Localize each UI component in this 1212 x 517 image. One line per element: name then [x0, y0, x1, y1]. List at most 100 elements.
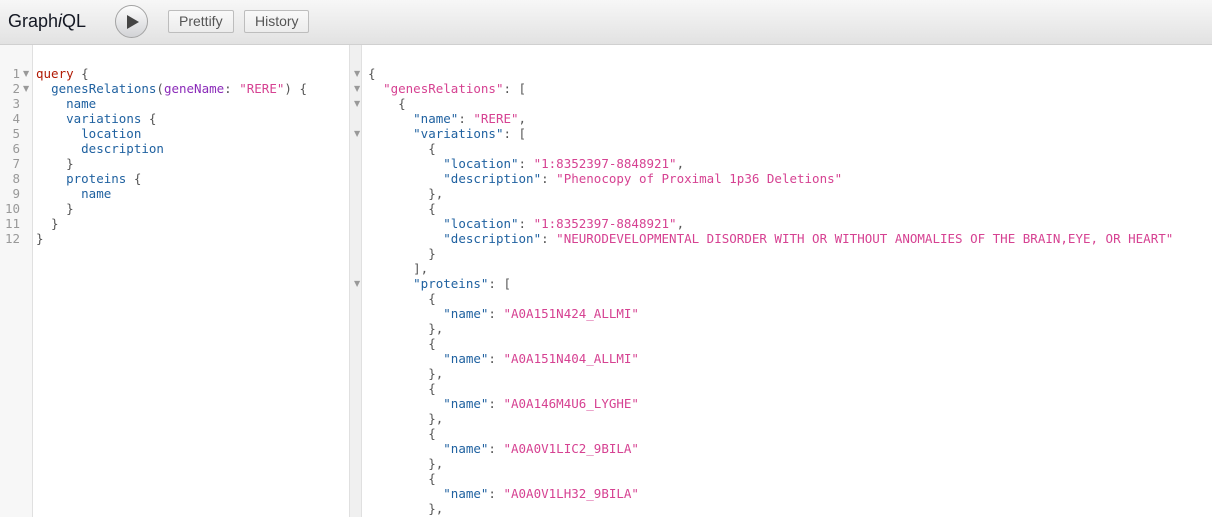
- code-token: : [: [503, 126, 527, 141]
- code-token: "1:8352397-8848921": [533, 216, 677, 231]
- code-token: :: [518, 216, 534, 231]
- code-line: variations {: [36, 111, 156, 126]
- code-line: genesRelations(geneName: "RERE") {: [36, 81, 307, 96]
- play-icon: [127, 15, 139, 29]
- code-token: :: [518, 156, 534, 171]
- code-token: "name": [443, 441, 489, 456]
- code-token: {: [368, 201, 436, 216]
- history-button[interactable]: History: [244, 10, 309, 33]
- code-token: :: [224, 81, 240, 96]
- result-line: "name": "A0A0V1LIC2_9BILA": [368, 441, 639, 456]
- line-number: 1: [12, 66, 20, 81]
- result-line: "location": "1:8352397-8848921",: [368, 216, 684, 231]
- line-number: 11: [4, 216, 20, 231]
- code-token: genesRelations: [51, 81, 157, 96]
- code-line: location: [36, 126, 141, 141]
- code-token: proteins: [66, 171, 127, 186]
- line-number: 3: [12, 96, 20, 111]
- fold-toggle-icon[interactable]: ▼: [23, 81, 29, 96]
- code-token: },: [368, 501, 444, 516]
- code-token: "RERE": [239, 81, 285, 96]
- code-token: "name": [443, 351, 489, 366]
- code-token: :: [488, 396, 504, 411]
- code-token: ,: [676, 216, 685, 231]
- result-line: {: [368, 336, 436, 351]
- code-token: "location": [443, 216, 519, 231]
- code-token: {: [141, 111, 157, 126]
- code-token: : [: [488, 276, 511, 291]
- fold-toggle-icon[interactable]: ▼: [354, 126, 360, 141]
- result-line: {: [368, 471, 436, 486]
- code-token: "1:8352397-8848921": [533, 156, 677, 171]
- code-token: ) {: [284, 81, 307, 96]
- result-line: ],: [368, 261, 428, 276]
- query-editor[interactable]: 1 2 3 4 5 6 7 8 9 10 11 12 ▼ ▼ query { genesRelations(…: [0, 45, 349, 517]
- code-token: {: [368, 141, 436, 156]
- result-line: }: [368, 246, 436, 261]
- code-line: }: [36, 231, 44, 246]
- code-token: name: [81, 186, 112, 201]
- code-token: variations: [66, 111, 142, 126]
- fold-toggle-icon[interactable]: ▼: [354, 81, 360, 96]
- code-line: proteins {: [36, 171, 141, 186]
- code-token: "name": [443, 306, 489, 321]
- execute-query-button[interactable]: [115, 5, 148, 38]
- code-token: "A0A0V1LIC2_9BILA": [503, 441, 639, 456]
- code-token: ,: [676, 156, 685, 171]
- code-token: {: [368, 291, 436, 306]
- code-token: "location": [443, 156, 519, 171]
- line-number: 12: [4, 231, 20, 246]
- code-token: "genesRelations": [383, 81, 504, 96]
- code-line: }: [36, 216, 59, 231]
- toolbar: GraphiQL Prettify History: [0, 0, 1212, 45]
- code-token: {: [368, 471, 436, 486]
- code-token: "variations": [413, 126, 504, 141]
- line-number: 5: [12, 126, 20, 141]
- result-line: },: [368, 456, 443, 471]
- result-line: {: [368, 141, 436, 156]
- code-token: "name": [443, 396, 489, 411]
- code-token: },: [368, 411, 444, 426]
- code-token: location: [81, 126, 142, 141]
- code-line: description: [36, 141, 164, 156]
- code-token: "name": [413, 111, 459, 126]
- result-line: {: [368, 96, 406, 111]
- fold-toggle-icon[interactable]: ▼: [354, 276, 360, 291]
- code-token: "name": [443, 486, 489, 501]
- code-token: {: [368, 426, 436, 441]
- result-line: {: [368, 381, 436, 396]
- code-token: "A0A151N404_ALLMI": [503, 351, 639, 366]
- fold-toggle-icon[interactable]: ▼: [354, 66, 360, 81]
- fold-toggle-icon[interactable]: ▼: [23, 66, 29, 81]
- fold-toggle-icon[interactable]: ▼: [354, 96, 360, 111]
- code-token: :: [488, 351, 504, 366]
- result-line: "name": "A0A146M4U6_LYGHE": [368, 396, 639, 411]
- result-line: {: [368, 66, 376, 81]
- result-line: },: [368, 366, 443, 381]
- code-token: "A0A146M4U6_LYGHE": [503, 396, 639, 411]
- line-number: 6: [12, 141, 20, 156]
- result-line: "description": "Phenocopy of Proximal 1p…: [368, 171, 842, 186]
- code-token: : [: [503, 81, 527, 96]
- result-line: {: [368, 291, 436, 306]
- result-line: "description": "NEURODEVELOPMENTAL DISOR…: [368, 231, 1173, 246]
- code-token: {: [368, 66, 376, 81]
- code-token: :: [488, 486, 504, 501]
- code-token: :: [488, 441, 504, 456]
- code-token: }: [36, 231, 44, 246]
- code-token: "NEURODEVELOPMENTAL DISORDER WITH OR WIT…: [556, 231, 1174, 246]
- code-line: name: [36, 96, 96, 111]
- code-token: {: [73, 66, 89, 81]
- code-token: (: [156, 81, 164, 96]
- prettify-button[interactable]: Prettify: [168, 10, 234, 33]
- code-token: }: [36, 201, 74, 216]
